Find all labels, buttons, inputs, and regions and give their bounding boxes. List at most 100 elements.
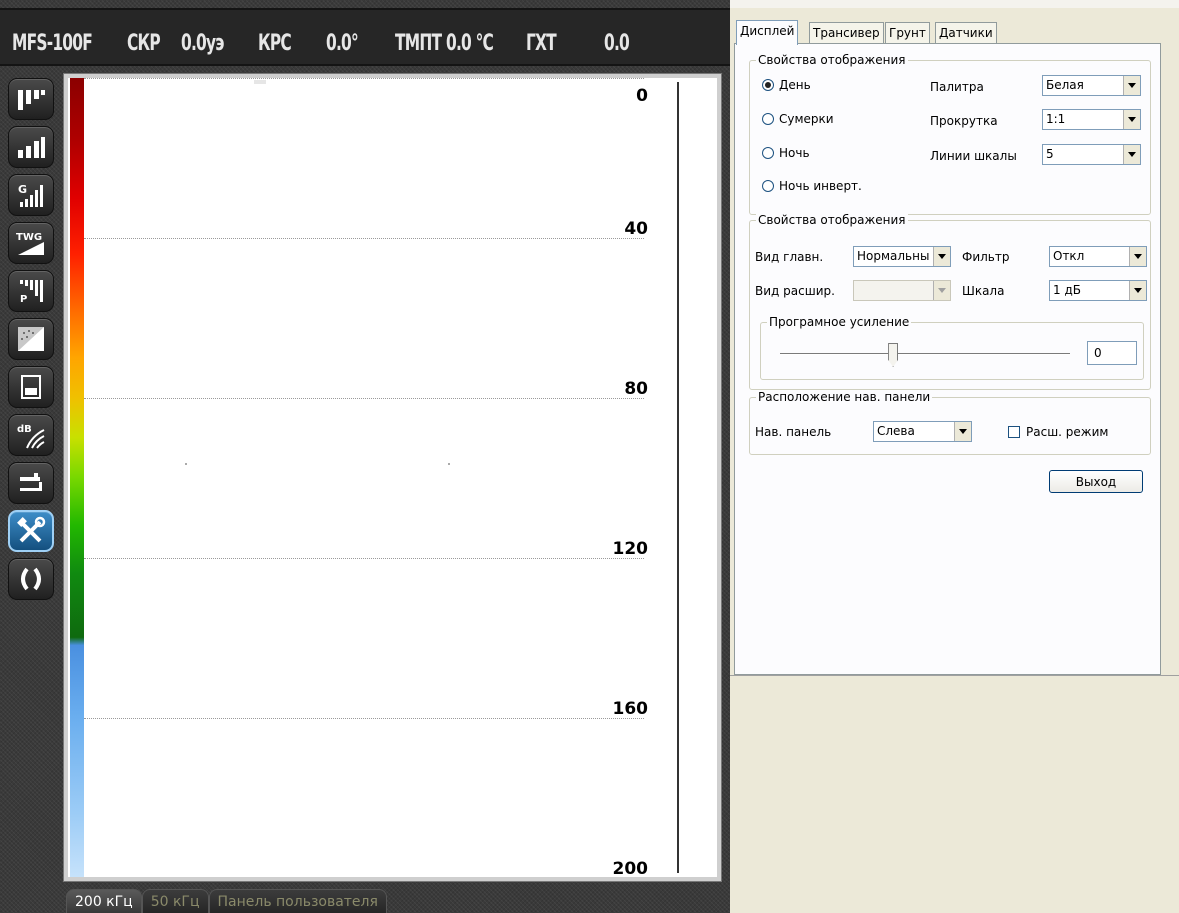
nav-brackets-icon [21, 567, 41, 591]
echogram-view[interactable]: 0 40 80 120 160 200 [68, 78, 717, 877]
mode-day-radio[interactable]: День [762, 78, 811, 92]
status-bar: MFS-100F СКР 0.0уэ КРС 0.0° ТМПТ 0.0 °С … [0, 8, 730, 66]
temp-value: 0.0 °С [446, 31, 494, 56]
main-view-select[interactable]: Нормальны [853, 246, 951, 267]
main-view-label: Вид главн. [755, 250, 824, 264]
exit-button-label: Выход [1075, 474, 1117, 489]
depth-label: ГХТ [526, 31, 557, 56]
exit-button[interactable]: Выход [1049, 470, 1143, 493]
frequency-tabs: 200 кГц 50 кГц Панель пользователя [66, 889, 387, 913]
mode-night-inverted-radio[interactable]: Ночь инверт. [762, 179, 862, 193]
palette-label: Палитра [930, 80, 984, 94]
nav-transducer-button[interactable] [8, 462, 54, 504]
tab-200-khz[interactable]: 200 кГц [66, 889, 142, 913]
echo-speck [448, 463, 450, 465]
chevron-down-icon [1129, 247, 1146, 266]
nav-db-signal-button[interactable]: dB [8, 414, 54, 456]
nav-panel-group-title: Расположение нав. панели [756, 390, 933, 404]
chevron-down-icon [1123, 110, 1140, 129]
depth-label: 0 [636, 86, 648, 106]
depth-value: 0.0 [604, 31, 630, 56]
depth-grid-line [84, 78, 644, 79]
gain-value: 0 [1094, 346, 1102, 360]
radio-dot [762, 79, 774, 91]
filter-label: Фильтр [962, 250, 1010, 264]
echo-speck [185, 463, 187, 465]
nav-power-p-button[interactable]: P [8, 270, 54, 312]
radio-dot [762, 147, 774, 159]
course-label: КРС [258, 31, 292, 56]
filter-select[interactable]: Откл [1049, 246, 1147, 267]
temp-label: ТМПТ [395, 31, 442, 56]
nav-bottom-texture-button[interactable] [8, 318, 54, 360]
svg-text:dB: dB [17, 424, 32, 435]
nav-settings-tools-button[interactable] [8, 510, 54, 552]
speed-label: СКР [127, 31, 161, 56]
tab-ground[interactable]: Грунт [885, 22, 930, 44]
scale-select[interactable]: 1 дБ [1049, 280, 1147, 301]
tab-transceiver[interactable]: Трансивер [809, 22, 884, 44]
nav-brackets-button[interactable] [8, 558, 54, 600]
display-tab-panel: Свойства отображения День Сумерки Ночь Н… [734, 43, 1161, 675]
echo-speck [254, 80, 266, 84]
chevron-down-icon [933, 281, 950, 300]
tab-user-panel[interactable]: Панель пользователя [208, 889, 387, 913]
main-view-value: Нормальны [857, 249, 930, 263]
checkbox-box [1008, 426, 1020, 438]
nav-screen-icon [21, 375, 41, 399]
svg-text:G: G [18, 183, 27, 196]
mode-twilight-label: Сумерки [779, 112, 834, 126]
depth-label: 200 [612, 859, 649, 877]
svg-text:TWG: TWG [16, 232, 42, 243]
palette-value: Белая [1046, 78, 1084, 92]
chevron-down-icon [954, 422, 971, 441]
radio-dot [762, 180, 774, 192]
ext-mode-checkbox[interactable]: Расш. режим [1008, 425, 1108, 439]
nav-mode-1-button[interactable] [8, 78, 54, 120]
scroll-select[interactable]: 1:1 [1042, 109, 1141, 130]
chevron-down-icon [1129, 281, 1146, 300]
nav-gain-g-button[interactable]: G [8, 174, 54, 216]
depth-grid-line [84, 238, 644, 239]
tab-display[interactable]: Дисплей [736, 20, 799, 45]
nav-twg-button[interactable]: TWG [8, 222, 54, 264]
palette-select[interactable]: Белая [1042, 75, 1141, 96]
nav-gain-g-icon: G [18, 183, 43, 207]
nav-transducer-icon [20, 473, 42, 491]
gain-slider-track[interactable] [780, 353, 1070, 355]
depth-label: 80 [624, 379, 648, 399]
nav-screen-button[interactable] [8, 366, 54, 408]
mode-day-label: День [779, 78, 811, 92]
mode-twilight-radio[interactable]: Сумерки [762, 112, 834, 126]
nav-panel-select[interactable]: Слева [873, 421, 972, 442]
tab-sensors[interactable]: Датчики [935, 22, 997, 44]
speed-value: 0.0уэ [181, 31, 224, 56]
scale-lines-value: 5 [1046, 147, 1054, 161]
color-scale-bar [70, 78, 84, 877]
mode-night-radio[interactable]: Ночь [762, 146, 810, 160]
nav-panel-value: Слева [877, 424, 915, 438]
scale-lines-select[interactable]: 5 [1042, 144, 1141, 165]
chevron-down-icon [1123, 76, 1140, 95]
ext-view-select[interactable] [853, 280, 951, 301]
gain-slider-thumb[interactable] [888, 343, 899, 367]
ext-mode-label: Расш. режим [1026, 425, 1109, 439]
nav-panel-label: Нав. панель [755, 425, 832, 439]
nav-settings-tools-icon [17, 516, 46, 543]
nav-mode-1-icon [18, 90, 45, 110]
sonar-app: MFS-100F СКР 0.0уэ КРС 0.0° ТМПТ 0.0 °С … [0, 0, 730, 913]
filter-value: Откл [1053, 249, 1085, 263]
gain-value-field[interactable]: 0 [1087, 341, 1137, 365]
program-gain-group: Програмное усиление 0 [760, 315, 1144, 380]
chevron-down-icon [933, 247, 950, 266]
course-value: 0.0° [326, 31, 359, 56]
nav-mode-2-button[interactable] [8, 126, 54, 168]
mode-night-inverted-label: Ночь инверт. [779, 179, 862, 193]
nav-bottom-texture-icon [18, 327, 44, 351]
nav-db-signal-icon: dB [17, 424, 45, 449]
tab-50-khz[interactable]: 50 кГц [141, 889, 209, 913]
empty-lower-panel [730, 675, 1179, 913]
settings-dialog: Дисплей Трансивер Грунт Датчики Свойства… [730, 0, 1179, 913]
scroll-label: Прокрутка [930, 114, 998, 128]
svg-text:P: P [20, 294, 27, 305]
